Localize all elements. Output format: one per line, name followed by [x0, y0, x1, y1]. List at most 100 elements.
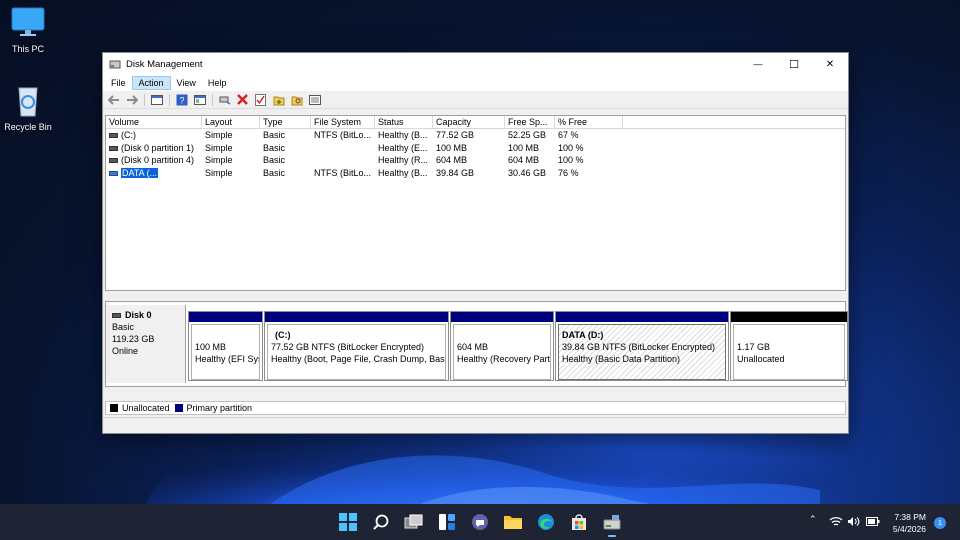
close-button[interactable]: ✕	[812, 53, 848, 75]
file-explorer-button[interactable]	[503, 512, 523, 532]
properties-icon	[193, 94, 206, 105]
view-button[interactable]	[307, 93, 322, 107]
table-row[interactable]: (Disk 0 partition 1) Simple Basic Health…	[106, 142, 845, 155]
cell-layout: Simple	[205, 142, 233, 153]
column-header-volume[interactable]: Volume	[106, 116, 202, 128]
disk-management-window: Disk Management — ☐ ✕ File Action View H…	[102, 52, 849, 434]
cell-volume: (Disk 0 partition 1)	[106, 142, 202, 155]
edge-button[interactable]	[536, 512, 556, 532]
wifi-icon[interactable]	[829, 516, 843, 527]
widgets-icon	[439, 514, 455, 530]
desktop-icon-this-pc[interactable]: This PC	[0, 6, 58, 54]
volume-list[interactable]: Volume Layout Type File System Status Ca…	[105, 115, 846, 291]
disk-name: Disk 0	[125, 310, 152, 320]
volume-icon[interactable]	[847, 516, 861, 527]
back-button[interactable]	[106, 93, 121, 107]
title-bar[interactable]: Disk Management — ☐ ✕	[103, 53, 848, 75]
partition-recovery[interactable]: 604 MB Healthy (Recovery Parti	[450, 311, 554, 381]
partition-title: DATA (D:)	[562, 330, 604, 340]
partition-efi[interactable]: 100 MB Healthy (EFI Sys	[188, 311, 263, 381]
table-row[interactable]: (C:) Simple Basic NTFS (BitLo... Healthy…	[106, 129, 845, 142]
menu-action[interactable]: Action	[131, 76, 171, 90]
clock[interactable]: 7:38 PM 5/4/2026	[893, 511, 926, 535]
widgets-button[interactable]	[437, 512, 457, 532]
partition-data-d[interactable]: DATA (D:) 39.84 GB NTFS (BitLocker Encry…	[555, 311, 729, 381]
start-button[interactable]	[338, 512, 358, 532]
menu-help[interactable]: Help	[202, 77, 233, 89]
volume-list-header: Volume Layout Type File System Status Ca…	[106, 116, 845, 129]
show-hidden-icons-chevron-icon[interactable]: ⌃	[809, 514, 817, 525]
column-header-type[interactable]: Type	[260, 116, 311, 128]
partition-body: 100 MB Healthy (EFI Sys	[191, 324, 260, 380]
taskbar: ⌃ 7:38 PM 5/4/2026 1	[0, 504, 960, 540]
column-header-status[interactable]: Status	[375, 116, 433, 128]
check-button[interactable]	[253, 93, 268, 107]
teams-chat-button[interactable]	[470, 512, 490, 532]
menu-file[interactable]: File	[105, 77, 132, 89]
partition-body: DATA (D:) 39.84 GB NTFS (BitLocker Encry…	[558, 324, 726, 380]
partition-bar	[731, 312, 847, 322]
desktop-icon-recycle-bin[interactable]: Recycle Bin	[0, 84, 58, 132]
properties-button[interactable]	[192, 93, 207, 107]
cell-free-space: 52.25 GB	[508, 130, 547, 140]
console-tree-button[interactable]	[149, 93, 164, 107]
chat-icon	[472, 514, 488, 530]
partition-status: Healthy (Boot, Page File, Crash Dump, Ba…	[271, 354, 446, 364]
table-row[interactable]: (Disk 0 partition 4) Simple Basic Health…	[106, 154, 845, 167]
legend-swatch-unallocated	[110, 404, 118, 412]
minimize-button[interactable]: —	[740, 53, 776, 75]
search-button[interactable]	[371, 512, 391, 532]
forward-button[interactable]	[124, 93, 139, 107]
recycle-bin-icon	[8, 84, 48, 118]
cell-file-system	[311, 142, 375, 155]
legend-unallocated: Unallocated	[122, 403, 170, 413]
help-button[interactable]: ?	[174, 93, 189, 107]
battery-icon[interactable]	[866, 517, 880, 526]
column-header-file-system[interactable]: File System	[311, 116, 375, 128]
list-view-icon	[308, 94, 321, 105]
cell-status: Healthy (E...	[378, 142, 428, 153]
legend-swatch-primary	[174, 404, 183, 412]
partition-bar	[556, 312, 728, 322]
disk-management-icon	[603, 515, 621, 530]
disk-map: Disk 0 Basic 119.23 GB Online 100 MB Hea…	[105, 301, 848, 387]
delete-button[interactable]	[235, 93, 250, 107]
edge-icon	[538, 514, 554, 530]
column-header-capacity[interactable]: Capacity	[433, 116, 505, 128]
cell-capacity: 39.84 GB	[436, 167, 475, 178]
toolbar: ?	[103, 91, 848, 109]
pane-icon	[150, 94, 163, 105]
partition-title	[195, 329, 256, 341]
search-button[interactable]	[289, 93, 304, 107]
clock-time: 7:38 PM	[894, 512, 926, 522]
disk-state: Online	[112, 346, 139, 356]
partition-body: 604 MB Healthy (Recovery Parti	[453, 324, 551, 380]
menu-bar: File Action View Help	[103, 75, 848, 91]
column-header-percent-free[interactable]: % Free	[555, 116, 623, 128]
find-icon	[291, 96, 302, 105]
disk-icon	[112, 313, 121, 319]
disk-management-taskbar-button[interactable]	[602, 512, 622, 537]
column-header-free-space[interactable]: Free Sp...	[505, 116, 555, 128]
partition-c[interactable]: (C:) 77.52 GB NTFS (BitLocker Encrypted)…	[264, 311, 449, 381]
column-header-layout[interactable]: Layout	[202, 116, 260, 128]
cell-percent-free: 100 %	[558, 155, 584, 165]
cell-status: Healthy (R...	[378, 155, 429, 165]
legend: Unallocated Primary partition	[105, 401, 846, 415]
partition-unallocated[interactable]: 1.17 GB Unallocated	[730, 311, 848, 381]
partition-size: 604 MB	[457, 342, 489, 352]
store-button[interactable]	[569, 512, 589, 532]
connect-button[interactable]	[217, 93, 232, 107]
volume-name: (Disk 0 partition 1)	[121, 142, 195, 153]
maximize-button[interactable]: ☐	[776, 53, 812, 75]
partition-bar	[265, 312, 448, 322]
table-row-selected[interactable]: DATA (... Simple Basic NTFS (BitLo... He…	[106, 167, 845, 180]
menu-view[interactable]: View	[171, 77, 202, 89]
task-view-button[interactable]	[404, 512, 424, 532]
folder-button[interactable]	[271, 93, 286, 107]
partition-body: (C:) 77.52 GB NTFS (BitLocker Encrypted)…	[267, 324, 446, 380]
cell-type: Basic	[263, 142, 286, 153]
notification-badge[interactable]: 1	[934, 517, 946, 529]
disk-info[interactable]: Disk 0 Basic 119.23 GB Online	[106, 305, 186, 383]
disk-type: Basic	[112, 322, 135, 332]
